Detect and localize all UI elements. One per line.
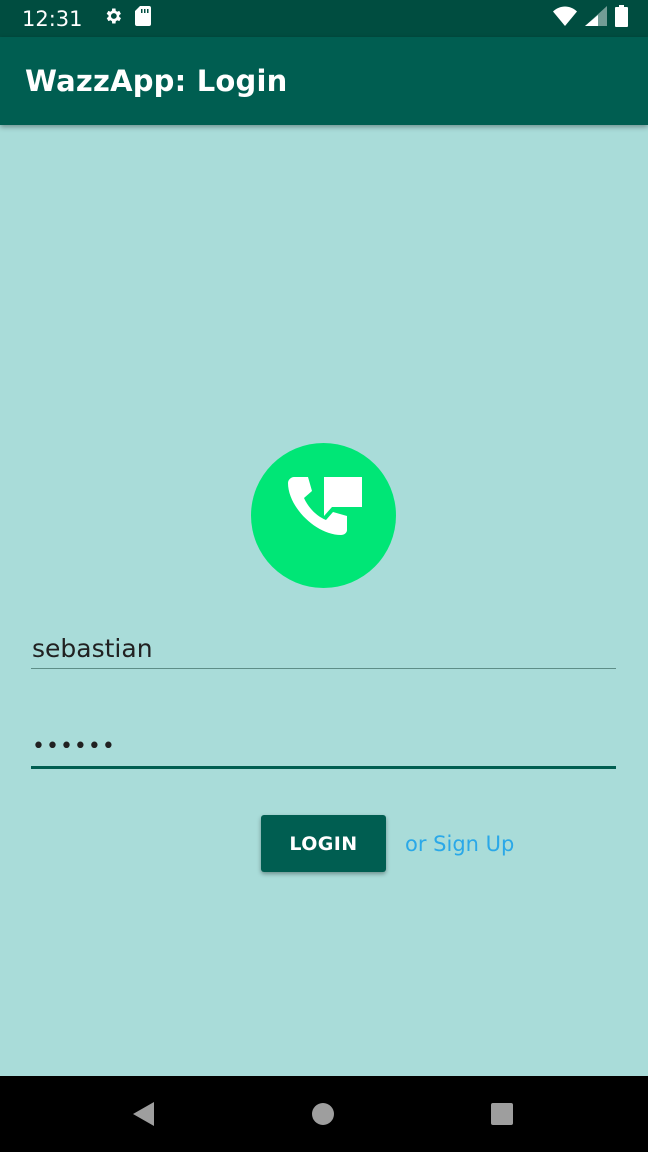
signup-link[interactable]: or Sign Up (405, 832, 514, 856)
status-time: 12:31 (22, 6, 83, 31)
sd-card-icon (134, 6, 151, 31)
password-field-container (31, 726, 616, 769)
status-bar: 12:31 (0, 0, 648, 37)
phone-chat-icon (284, 473, 364, 558)
app-title: WazzApp: Login (25, 64, 288, 98)
recents-icon[interactable] (488, 1100, 516, 1128)
app-bar: WazzApp: Login (0, 37, 648, 125)
signal-icon (585, 6, 607, 31)
gear-icon (103, 6, 123, 31)
battery-icon (615, 5, 628, 32)
username-field-container (31, 628, 616, 669)
wifi-icon (553, 6, 577, 31)
username-input[interactable] (31, 628, 616, 668)
login-button[interactable]: LOGIN (261, 815, 386, 872)
navigation-bar (0, 1076, 648, 1152)
status-left-icons (103, 6, 151, 31)
app-logo (251, 443, 396, 588)
password-input[interactable] (31, 726, 616, 766)
home-icon[interactable] (309, 1100, 337, 1128)
back-icon[interactable] (129, 1100, 157, 1128)
login-screen: 12:31 WazzApp: Login sebastian •••••• LO… (0, 0, 648, 1152)
status-right-icons (553, 5, 628, 32)
